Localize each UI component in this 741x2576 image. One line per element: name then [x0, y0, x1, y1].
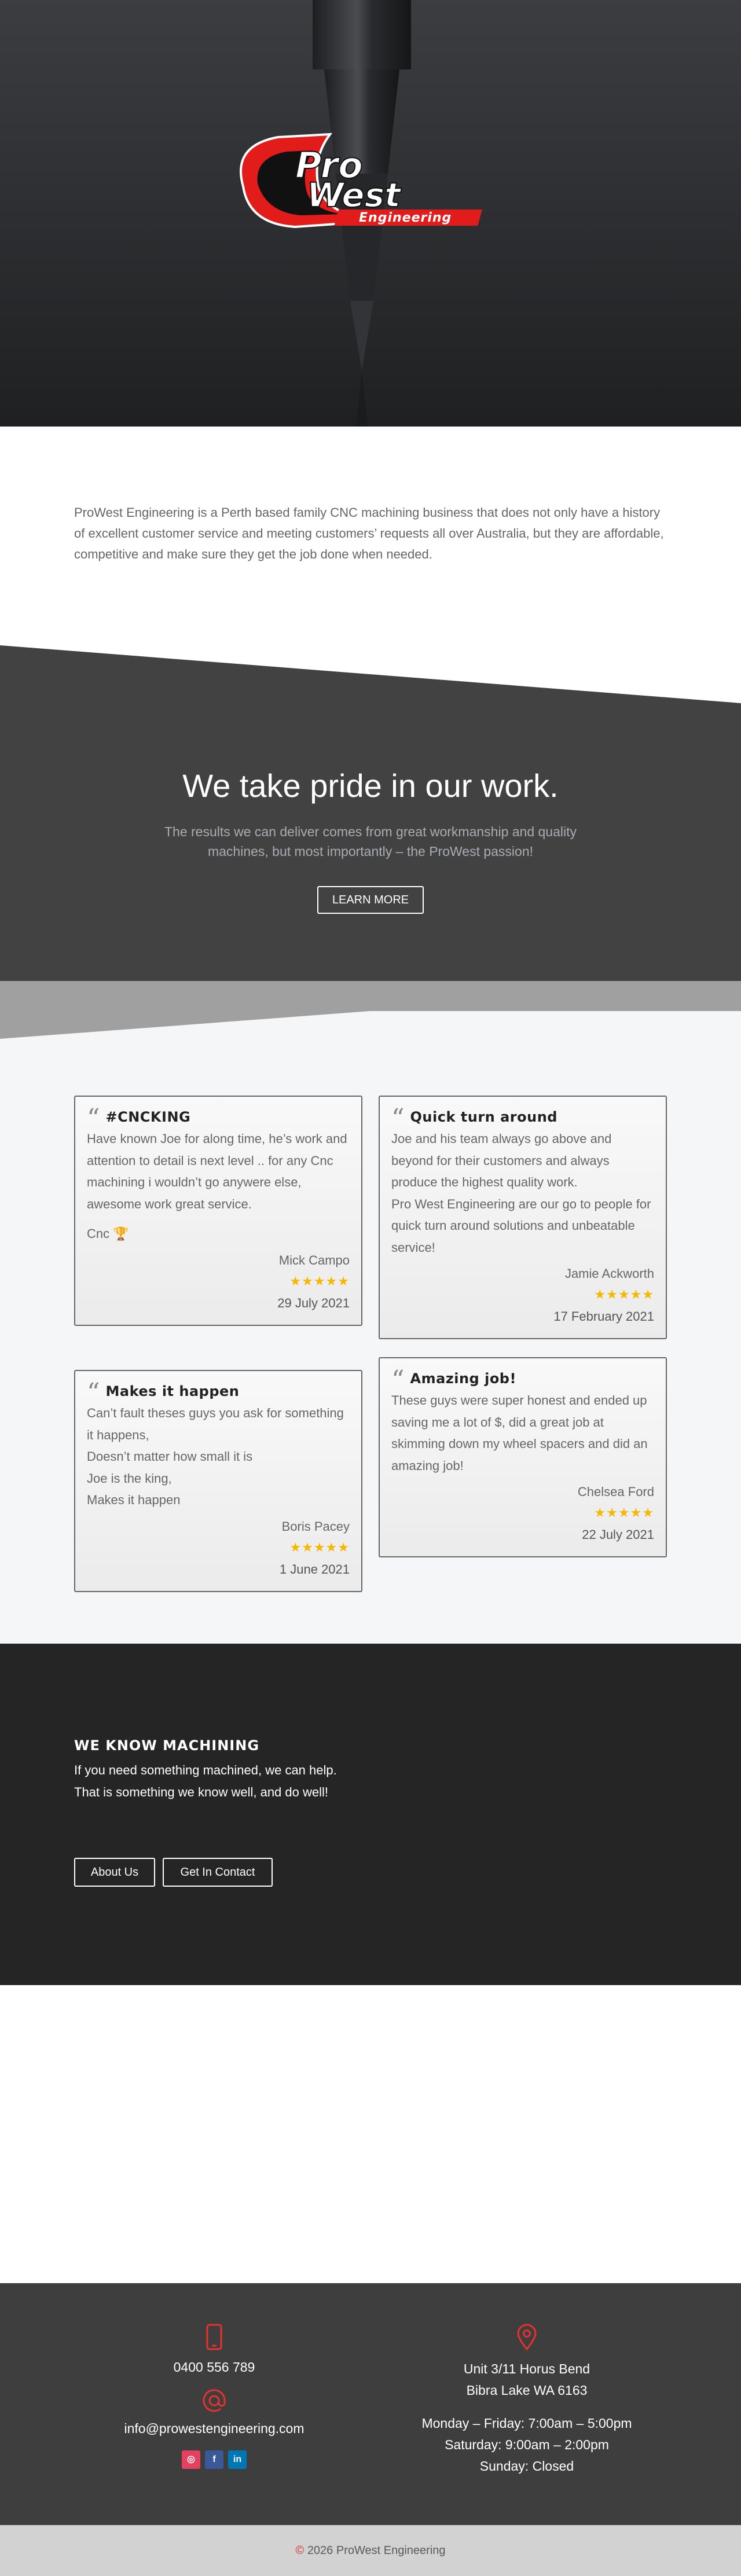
quote-icon: “ — [391, 1365, 405, 1395]
email-link[interactable]: info@prowestengineering.com — [81, 2420, 347, 2437]
review-date: 29 July 2021 — [277, 1295, 350, 1310]
footer-location: Unit 3/11 Horus Bend Bibra Lake WA 6163 … — [394, 2324, 660, 2477]
footer: 0400 556 789 info@prowestengineering.com… — [0, 2283, 741, 2525]
star-rating: ★★★★★ — [594, 1505, 654, 1520]
review-extra: Cnc 🏆 — [87, 1226, 129, 1241]
review-text: Makes it happen — [87, 1493, 181, 1507]
address-line: Unit 3/11 Horus Bend — [463, 2361, 590, 2376]
instagram-icon[interactable]: ◎ — [182, 2450, 200, 2469]
review-card: “ Makes it happen Can’t fault theses guy… — [74, 1370, 362, 1592]
review-author: Mick Campo — [278, 1252, 350, 1267]
logo-text-engineering: Engineering — [359, 211, 452, 225]
review-text: Have known Joe for along time, he’s work… — [87, 1131, 347, 1211]
location-pin-icon — [517, 2324, 537, 2351]
intro-paragraph: ProWest Engineering is a Perth based fam… — [74, 505, 664, 561]
at-icon — [203, 2389, 226, 2412]
review-text: These guys were super honest and ended u… — [391, 1393, 648, 1473]
review-text: Joe is the king, — [87, 1471, 172, 1486]
linkedin-icon[interactable]: in — [228, 2450, 247, 2469]
star-rating: ★★★★★ — [289, 1273, 350, 1288]
machining-section: WE KNOW MACHINING If you need something … — [0, 1644, 741, 1985]
machining-line: That is something we know well, and do w… — [74, 1784, 328, 1799]
pride-heading: We take pride in our work. — [182, 767, 559, 804]
review-text: Doesn’t matter how small it is — [87, 1449, 253, 1464]
hours-line: Saturday: 9:00am – 2:00pm — [445, 2437, 609, 2452]
star-rating: ★★★★★ — [594, 1287, 654, 1302]
facebook-icon[interactable]: f — [205, 2450, 223, 2469]
copyright-icon: © — [295, 2544, 305, 2557]
logo-text-west: West — [307, 175, 402, 215]
review-title: Makes it happen — [105, 1383, 240, 1399]
learn-more-button[interactable]: LEARN MORE — [317, 886, 424, 914]
pride-section: We take pride in our work. The results w… — [0, 645, 741, 1039]
hero-banner: Pro West Engineering — [0, 0, 741, 427]
machining-line: If you need something machined, we can h… — [74, 1763, 337, 1777]
phone-icon — [206, 2324, 222, 2350]
machining-heading: WE KNOW MACHINING — [74, 1737, 260, 1754]
review-card: “ #CNCKING Have known Joe for along time… — [74, 1096, 362, 1326]
review-title: Quick turn around — [410, 1109, 557, 1125]
quote-icon: “ — [391, 1104, 405, 1133]
get-in-contact-button[interactable]: Get In Contact — [163, 1858, 273, 1887]
phone-number[interactable]: 0400 556 789 — [81, 2358, 347, 2376]
review-date: 17 February 2021 — [553, 1309, 654, 1324]
review-title: Amazing job! — [410, 1370, 516, 1387]
prowest-logo[interactable]: Pro West Engineering — [226, 123, 515, 238]
review-author: Boris Pacey — [281, 1519, 350, 1534]
review-card: “ Quick turn around Joe and his team alw… — [379, 1096, 667, 1339]
footer-contact: 0400 556 789 info@prowestengineering.com… — [81, 2324, 347, 2469]
machining-text: If you need something machined, we can h… — [74, 1759, 364, 1803]
address-line: Bibra Lake WA 6163 — [466, 2383, 588, 2398]
review-author: Chelsea Ford — [577, 1484, 654, 1499]
review-text: Can’t fault theses guys you ask for some… — [87, 1406, 344, 1442]
review-text: Joe and his team always go above and bey… — [391, 1131, 612, 1189]
quote-icon: “ — [87, 1378, 100, 1408]
copyright-text: 2026 ProWest Engineering — [307, 2544, 446, 2557]
review-author: Jamie Ackworth — [564, 1266, 654, 1281]
copyright-bar: © 2026 ProWest Engineering — [0, 2525, 741, 2576]
review-title: #CNCKING — [105, 1109, 191, 1125]
social-links: ◎ f in — [81, 2450, 347, 2469]
reviews-section: “ #CNCKING Have known Joe for along time… — [0, 1039, 741, 1644]
review-text: Pro West Engineering are our go to peopl… — [391, 1196, 651, 1255]
hours-line: Monday – Friday: 7:00am – 5:00pm — [421, 2416, 632, 2431]
review-date: 22 July 2021 — [582, 1527, 654, 1542]
hours-line: Sunday: Closed — [479, 2459, 574, 2474]
review-card: “ Amazing job! These guys were super hon… — [379, 1357, 667, 1557]
review-date: 1 June 2021 — [279, 1561, 350, 1577]
pride-subtitle: The results we can deliver comes from gr… — [164, 824, 577, 859]
star-rating: ★★★★★ — [289, 1539, 350, 1555]
about-us-button[interactable]: About Us — [74, 1858, 155, 1887]
quote-icon: “ — [87, 1104, 100, 1133]
